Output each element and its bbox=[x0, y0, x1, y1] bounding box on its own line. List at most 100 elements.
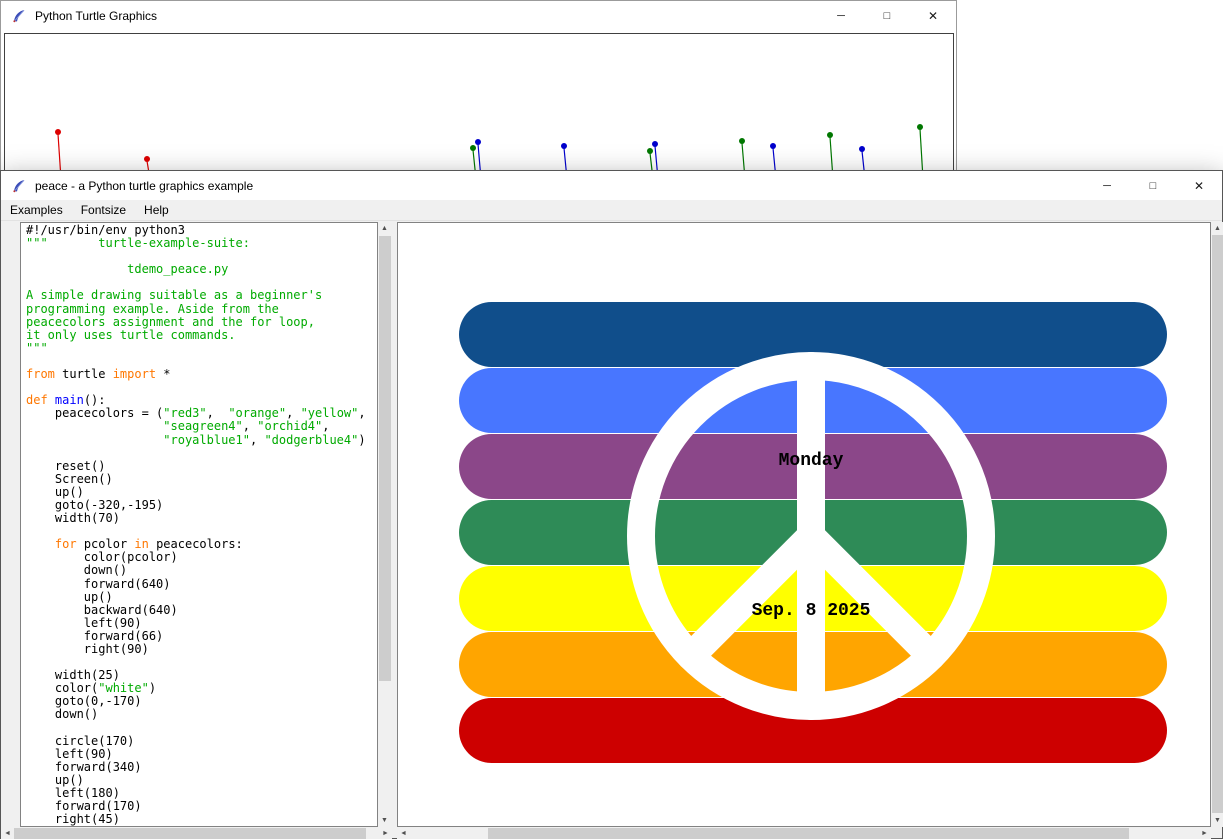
code-token: forward(66) bbox=[26, 629, 163, 643]
scrollbar-thumb[interactable] bbox=[379, 236, 391, 681]
scrollbar-thumb[interactable] bbox=[14, 828, 366, 839]
scrollbar-thumb[interactable] bbox=[1212, 235, 1223, 813]
canvas-horizontal-scrollbar[interactable]: ◄ ► bbox=[397, 827, 1211, 839]
code-token: "white" bbox=[98, 681, 149, 695]
menu-fontsize[interactable]: Fontsize bbox=[72, 203, 135, 217]
code-token: width(25) bbox=[26, 668, 120, 682]
pin-dot bbox=[770, 143, 776, 149]
maximize-button[interactable]: □ bbox=[864, 1, 910, 31]
code-token: down() bbox=[26, 707, 98, 721]
code-token: "seagreen4" bbox=[163, 419, 242, 433]
code-token: up() bbox=[26, 773, 84, 787]
code-token: goto(0,-170) bbox=[26, 694, 142, 708]
window-controls: ─ □ ✕ bbox=[1084, 171, 1222, 200]
canvas-vertical-scrollbar[interactable]: ▲ ▼ bbox=[1211, 222, 1223, 827]
code-token: , bbox=[358, 406, 365, 420]
pin-dot bbox=[917, 124, 923, 130]
code-token: width(70) bbox=[26, 511, 120, 525]
close-button[interactable]: ✕ bbox=[910, 1, 956, 31]
menu-examples[interactable]: Examples bbox=[1, 203, 72, 217]
code-token: down() bbox=[26, 563, 127, 577]
peace-demo-titlebar[interactable]: peace - a Python turtle graphics example… bbox=[1, 171, 1222, 200]
code-token: A simple drawing suitable as a beginner'… bbox=[26, 288, 322, 302]
scroll-right-icon[interactable]: ► bbox=[1198, 827, 1211, 839]
pin-dot bbox=[475, 139, 481, 145]
turtle-graphics-titlebar[interactable]: Python Turtle Graphics ─ □ ✕ bbox=[1, 1, 956, 31]
code-token: right(90) bbox=[26, 642, 149, 656]
code-line: width(70) bbox=[26, 512, 377, 525]
code-token: "yellow" bbox=[301, 406, 359, 420]
code-token: color(pcolor) bbox=[26, 550, 178, 564]
code-token: it only uses turtle commands. bbox=[26, 328, 236, 342]
source-code-text: #!/usr/bin/env python3""" turtle-example… bbox=[21, 223, 377, 827]
code-token bbox=[26, 419, 163, 433]
code-token: tdemo_peace.py bbox=[26, 262, 228, 276]
code-token: * bbox=[156, 367, 170, 381]
scroll-left-icon[interactable]: ◄ bbox=[1, 827, 14, 839]
code-token: main bbox=[55, 393, 84, 407]
scroll-up-icon[interactable]: ▲ bbox=[1211, 222, 1223, 235]
code-token: Screen() bbox=[26, 472, 113, 486]
source-code-pane[interactable]: #!/usr/bin/env python3""" turtle-example… bbox=[20, 222, 378, 827]
scrollbar-thumb[interactable] bbox=[488, 828, 1129, 839]
peace-demo-window: peace - a Python turtle graphics example… bbox=[0, 170, 1223, 839]
menu-help[interactable]: Help bbox=[135, 203, 178, 217]
code-token: "orange" bbox=[228, 406, 286, 420]
code-token: programming example. Aside from the bbox=[26, 302, 279, 316]
scroll-down-icon[interactable]: ▼ bbox=[378, 814, 391, 827]
tk-feather-icon bbox=[11, 8, 27, 24]
code-token bbox=[48, 393, 55, 407]
pin-dot bbox=[827, 132, 833, 138]
code-token: left(90) bbox=[26, 616, 142, 630]
code-line: tdemo_peace.py bbox=[26, 263, 377, 276]
peace-drawing: Monday Sep. 8 2025 bbox=[398, 223, 1210, 826]
code-token: right(45) bbox=[26, 812, 120, 826]
code-horizontal-scrollbar[interactable]: ◄ ► bbox=[1, 827, 392, 839]
scroll-left-icon[interactable]: ◄ bbox=[397, 827, 410, 839]
code-token: forward(170) bbox=[26, 799, 142, 813]
code-token: #!/usr/bin/env python3 bbox=[26, 223, 185, 237]
minimize-button[interactable]: ─ bbox=[818, 1, 864, 31]
code-line: """ bbox=[26, 342, 377, 355]
code-vertical-scrollbar[interactable]: ▲ ▼ bbox=[378, 222, 392, 827]
code-token: left(180) bbox=[26, 786, 120, 800]
code-line: """ turtle-example-suite: bbox=[26, 237, 377, 250]
code-token: in bbox=[134, 537, 148, 551]
code-token: for bbox=[55, 537, 77, 551]
code-token: , bbox=[322, 419, 329, 433]
pin-dot bbox=[144, 156, 150, 162]
scroll-down-icon[interactable]: ▼ bbox=[1211, 814, 1223, 827]
minimize-button[interactable]: ─ bbox=[1084, 171, 1130, 200]
code-token: up() bbox=[26, 485, 84, 499]
code-token: , bbox=[250, 433, 264, 447]
code-token: from bbox=[26, 367, 55, 381]
code-token: peacecolors: bbox=[149, 537, 243, 551]
code-token: """ bbox=[26, 341, 48, 355]
pin-dot bbox=[647, 148, 653, 154]
window-title: Python Turtle Graphics bbox=[35, 9, 157, 23]
pin-dot bbox=[561, 143, 567, 149]
code-token: "dodgerblue4" bbox=[264, 433, 358, 447]
code-token: reset() bbox=[26, 459, 105, 473]
code-token: forward(640) bbox=[26, 577, 171, 591]
menu-bar: ExamplesFontsizeHelp bbox=[1, 200, 1222, 221]
window-controls: ─ □ ✕ bbox=[818, 1, 956, 31]
code-line: down() bbox=[26, 708, 377, 721]
code-token: backward(640) bbox=[26, 603, 178, 617]
canvas-label: Monday bbox=[779, 451, 844, 471]
pin-dot bbox=[739, 138, 745, 144]
code-token: """ turtle-example-suite: bbox=[26, 236, 250, 250]
close-button[interactable]: ✕ bbox=[1176, 171, 1222, 200]
code-token: , bbox=[207, 406, 229, 420]
canvas-label: Sep. 8 2025 bbox=[752, 601, 871, 621]
code-token: "red3" bbox=[163, 406, 206, 420]
code-token: ) bbox=[149, 681, 156, 695]
scroll-right-icon[interactable]: ► bbox=[379, 827, 392, 839]
code-token: (): bbox=[84, 393, 106, 407]
pin-dot bbox=[652, 141, 658, 147]
scroll-up-icon[interactable]: ▲ bbox=[378, 222, 391, 235]
tk-feather-icon bbox=[11, 178, 27, 194]
pin-dot bbox=[470, 145, 476, 151]
maximize-button[interactable]: □ bbox=[1130, 171, 1176, 200]
code-token: up() bbox=[26, 590, 113, 604]
